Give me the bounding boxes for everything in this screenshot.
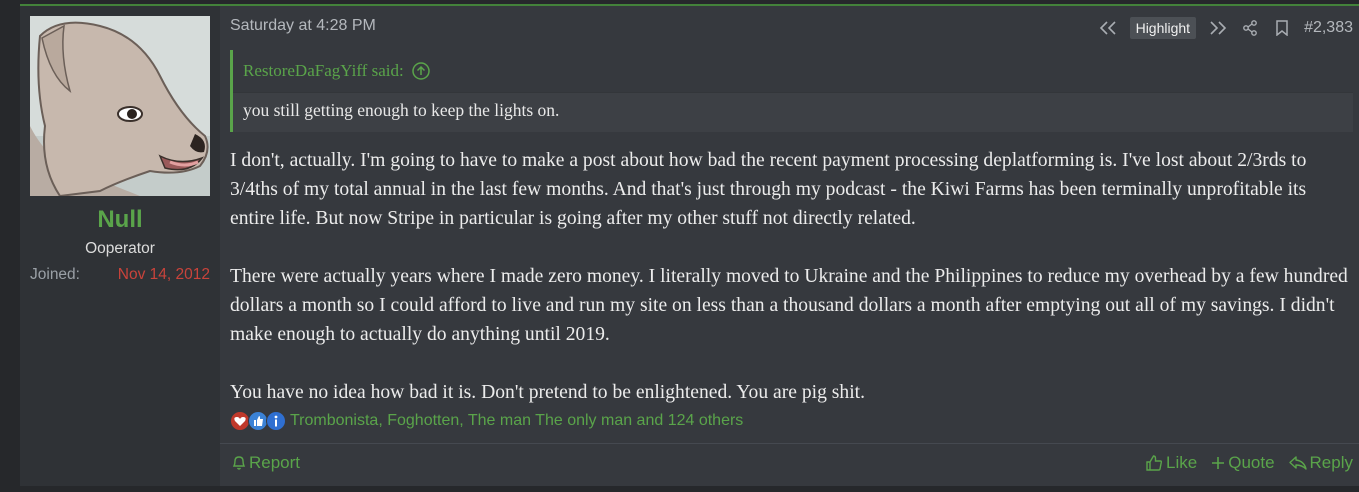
heart-icon <box>230 411 250 431</box>
quote-header[interactable]: RestoreDaFagYiff said: <box>233 50 1353 93</box>
like-button[interactable]: Like <box>1145 453 1197 473</box>
reaction-icons <box>230 411 286 431</box>
username[interactable]: Null <box>20 206 220 234</box>
thumbs-up-icon <box>248 411 268 431</box>
message-paragraph: There were actually years where I made z… <box>230 266 1348 345</box>
post-tools: Highlight #2,383 <box>1092 15 1353 41</box>
reactions-list[interactable]: Trombonista, Foghotten, The man The only… <box>290 412 743 430</box>
forum-post: Null Ooperator Joined: Nov 14, 2012 Satu… <box>20 4 1359 486</box>
share-icon[interactable] <box>1239 17 1261 39</box>
quote-text: you still getting enough to keep the lig… <box>243 100 560 120</box>
arrow-up-circle-icon[interactable] <box>411 62 430 80</box>
quote-author[interactable]: RestoreDaFagYiff said: <box>243 61 404 81</box>
thumbs-up-outline-icon <box>1145 454 1163 472</box>
dog-avatar-icon <box>30 16 210 196</box>
message-paragraph: I don't, actually. I'm going to have to … <box>230 150 1307 229</box>
bookmark-icon[interactable] <box>1271 17 1293 39</box>
message-paragraph: You have no idea how bad it is. Don't pr… <box>230 382 865 403</box>
quote-button[interactable]: Quote <box>1211 453 1275 473</box>
plus-icon <box>1211 456 1225 470</box>
info-icon <box>266 411 286 431</box>
reactions-bar[interactable]: Trombonista, Foghotten, The man The only… <box>230 411 743 431</box>
reply-button[interactable]: Reply <box>1288 453 1353 473</box>
post-message: I don't, actually. I'm going to have to … <box>230 146 1355 436</box>
post-footer: Report Like Quote Reply <box>220 443 1359 487</box>
joined-label: Joined: <box>30 266 80 283</box>
next-highlight-icon[interactable] <box>1207 17 1229 39</box>
joined-date: Nov 14, 2012 <box>117 266 210 283</box>
avatar[interactable] <box>30 16 210 196</box>
report-button[interactable]: Report <box>232 453 300 473</box>
quote-label: Quote <box>1228 453 1275 472</box>
quote-block: RestoreDaFagYiff said: you still getting… <box>230 50 1353 132</box>
post-timestamp[interactable]: Saturday at 4:28 PM <box>230 17 376 35</box>
like-label: Like <box>1166 453 1198 472</box>
user-sidebar: Null Ooperator Joined: Nov 14, 2012 <box>20 6 220 486</box>
highlight-button[interactable]: Highlight <box>1129 17 1197 39</box>
previous-highlight-icon[interactable] <box>1097 17 1119 39</box>
post-main: Saturday at 4:28 PM Highlight #2,383 Res… <box>220 6 1359 486</box>
report-label: Report <box>249 453 301 472</box>
reply-arrow-icon <box>1288 455 1307 471</box>
reply-label: Reply <box>1309 453 1353 472</box>
bell-icon <box>232 455 246 471</box>
post-number-link[interactable]: #2,383 <box>1304 19 1353 37</box>
user-title: Ooperator <box>85 240 155 257</box>
post-actions: Like Quote Reply <box>1131 453 1353 473</box>
